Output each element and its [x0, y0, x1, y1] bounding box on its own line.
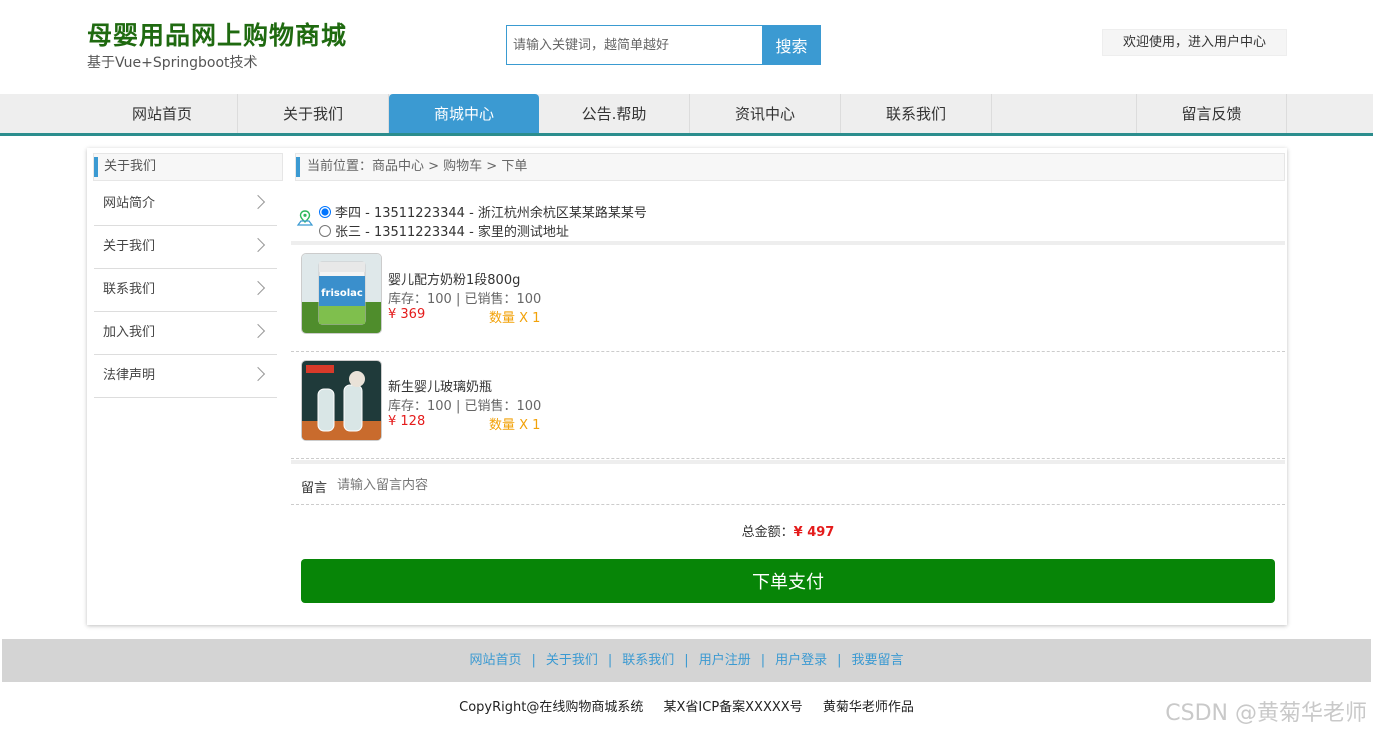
- cart-product: frisolac 婴儿配方奶粉1段800g 库存：100 | 已销售：100 ¥…: [291, 245, 1285, 352]
- message-label: 留言: [301, 481, 328, 496]
- nav-item-about[interactable]: 关于我们: [238, 94, 389, 133]
- search-input[interactable]: [507, 26, 763, 64]
- product-name[interactable]: 婴儿配方奶粉1段800g: [388, 269, 520, 288]
- chevron-right-icon: [250, 323, 266, 339]
- product-image-bottles[interactable]: [301, 360, 382, 441]
- sidebar-item-label: 关于我们: [103, 239, 156, 254]
- divider: |: [837, 653, 842, 668]
- address-selector: 李四 - 13511223344 - 浙江杭州余杭区某某路某某号 张三 - 13…: [291, 200, 1285, 242]
- cart-product: 新生婴儿玻璃奶瓶 库存：100 | 已销售：100 ¥ 128 数量 X 1: [291, 352, 1285, 459]
- chevron-right-icon: [250, 280, 266, 296]
- total-value: ¥ 497: [793, 525, 835, 540]
- address-option-2[interactable]: 张三 - 13511223344 - 家里的测试地址: [319, 221, 569, 240]
- footer-link-login[interactable]: 用户登录: [775, 653, 827, 668]
- sidebar-item-legal[interactable]: 法律声明: [94, 355, 277, 398]
- sidebar-item-about[interactable]: 关于我们: [94, 226, 277, 269]
- product-price: ¥ 369: [388, 307, 426, 322]
- address-text: 张三 - 13511223344 - 家里的测试地址: [335, 225, 569, 240]
- sidebar-item-label: 法律声明: [103, 368, 156, 383]
- address-text: 李四 - 13511223344 - 浙江杭州余杭区某某路某某号: [335, 206, 647, 221]
- nav-item-home[interactable]: 网站首页: [87, 94, 238, 133]
- nav-item-news[interactable]: 资讯中心: [690, 94, 841, 133]
- footer-link-about[interactable]: 关于我们: [546, 653, 598, 668]
- sidebar-item-intro[interactable]: 网站简介: [94, 183, 277, 226]
- sidebar-item-label: 网站简介: [103, 196, 156, 211]
- author-text: 黄菊华老师作品: [822, 700, 914, 715]
- product-price: ¥ 128: [388, 414, 426, 429]
- sidebar-item-contact[interactable]: 联系我们: [94, 269, 277, 312]
- divider: |: [760, 653, 766, 668]
- product-stock: 库存：100 | 已销售：100: [388, 292, 542, 307]
- nav-item-notice[interactable]: 公告.帮助: [539, 94, 690, 133]
- user-center-link[interactable]: 欢迎使用，进入用户中心: [1102, 29, 1287, 56]
- address-radio[interactable]: [319, 205, 331, 218]
- product-stock: 库存：100 | 已销售：100: [388, 399, 542, 414]
- divider: [291, 460, 1285, 464]
- sidebar-item-label: 联系我们: [103, 282, 156, 297]
- nav-item-mall[interactable]: 商城中心: [389, 94, 539, 133]
- divider: |: [684, 653, 689, 668]
- divider: |: [531, 653, 536, 668]
- total-label: 总金额：: [741, 525, 794, 540]
- sidebar-title: 关于我们: [93, 153, 283, 181]
- icp-text: 某X省ICP备案XXXXX号: [663, 700, 803, 715]
- breadcrumb-path[interactable]: 商品中心 > 购物车 > 下单: [372, 159, 527, 174]
- footer-link-contact[interactable]: 联系我们: [622, 653, 674, 668]
- place-order-button[interactable]: 下单支付: [301, 559, 1275, 603]
- header: 母婴用品网上购物商城 基于Vue+Springboot技术 搜索 欢迎使用，进入…: [0, 0, 1373, 94]
- message-input[interactable]: [337, 472, 837, 498]
- product-quantity: 数量 X 1: [489, 418, 541, 433]
- nav-item-feedback[interactable]: 留言反馈: [1136, 94, 1287, 133]
- site-title[interactable]: 母婴用品网上购物商城: [87, 16, 347, 52]
- product-name[interactable]: 新生婴儿玻璃奶瓶: [388, 376, 492, 395]
- order-total: 总金额：¥ 497: [291, 521, 1285, 540]
- location-pin-icon: [296, 210, 314, 226]
- sidebar-item-join[interactable]: 加入我们: [94, 312, 277, 355]
- product-image-formula[interactable]: frisolac: [301, 253, 382, 334]
- footer-link-message[interactable]: 我要留言: [852, 653, 904, 668]
- chevron-right-icon: [250, 237, 266, 253]
- watermark: CSDN @黄菊华老师: [1165, 701, 1367, 726]
- divider: |: [607, 653, 613, 668]
- nav-item-contact[interactable]: 联系我们: [841, 94, 992, 133]
- svg-text:frisolac: frisolac: [321, 288, 363, 299]
- sidebar-item-label: 加入我们: [103, 325, 156, 340]
- chevron-right-icon: [250, 366, 266, 382]
- site-subtitle: 基于Vue+Springboot技术: [87, 55, 258, 71]
- address-radio[interactable]: [319, 224, 331, 237]
- breadcrumb: 当前位置：商品中心 > 购物车 > 下单: [295, 153, 1285, 181]
- message-row: 留言: [291, 466, 1285, 505]
- product-quantity: 数量 X 1: [489, 311, 541, 326]
- search-box: 搜索: [506, 25, 821, 65]
- main-nav: 网站首页 关于我们 商城中心 公告.帮助 资讯中心 联系我们 留言反馈: [0, 94, 1373, 136]
- search-button[interactable]: 搜索: [762, 25, 821, 65]
- footer-link-register[interactable]: 用户注册: [699, 653, 751, 668]
- footer-link-home[interactable]: 网站首页: [469, 653, 521, 668]
- breadcrumb-prefix: 当前位置：: [307, 159, 373, 174]
- copyright-text: CopyRight@在线购物商城系统: [459, 700, 644, 715]
- main-panel: 关于我们 网站简介 关于我们 联系我们 加入我们 法律声明 当前位置：商品中心 …: [87, 148, 1287, 625]
- address-option-1[interactable]: 李四 - 13511223344 - 浙江杭州余杭区某某路某某号: [319, 202, 647, 221]
- footer-links: 网站首页 | 关于我们 | 联系我们 | 用户注册 | 用户登录 | 我要留言: [2, 639, 1371, 682]
- chevron-right-icon: [250, 194, 266, 210]
